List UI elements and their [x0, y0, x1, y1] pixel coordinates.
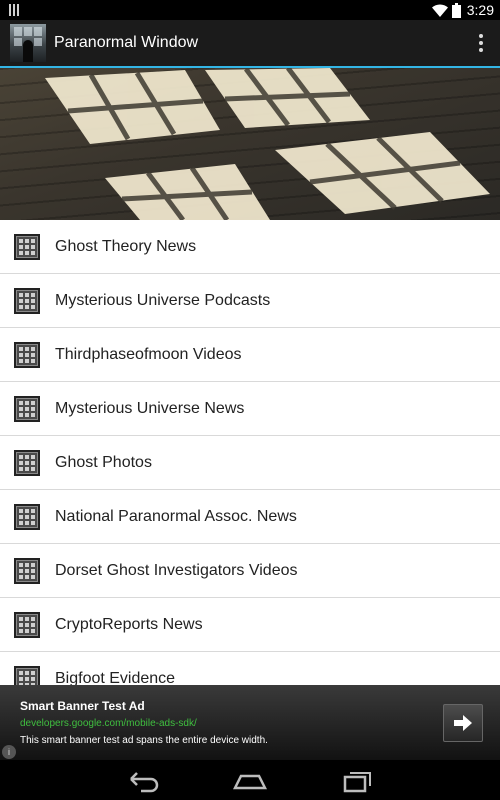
grid-window-icon: [14, 611, 40, 638]
status-icons: 3:29: [431, 0, 494, 20]
notification-icon: [9, 4, 19, 16]
list-item-label: Bigfoot Evidence: [55, 669, 176, 686]
grid-window-icon: [14, 665, 40, 685]
list-item-label: Dorset Ghost Investigators Videos: [55, 561, 298, 579]
list-item[interactable]: Dorset Ghost Investigators Videos: [0, 544, 500, 598]
grid-window-icon: [14, 287, 40, 314]
wifi-icon: [431, 3, 448, 17]
list-item[interactable]: National Paranormal Assoc. News: [0, 490, 500, 544]
back-icon[interactable]: [121, 766, 165, 794]
list-item-label: National Paranormal Assoc. News: [55, 507, 297, 525]
silhouette-icon: [23, 40, 33, 62]
feed-list: Ghost Theory News Mysterious Universe Po…: [0, 220, 500, 685]
ad-description: This smart banner test ad spans the enti…: [20, 735, 268, 746]
list-item-label: Ghost Photos: [55, 453, 152, 471]
list-item[interactable]: Thirdphaseofmoon Videos: [0, 328, 500, 382]
app-icon[interactable]: [10, 24, 46, 62]
list-item[interactable]: Ghost Photos: [0, 436, 500, 490]
recent-apps-icon[interactable]: [336, 766, 380, 794]
grid-window-icon: [14, 341, 40, 368]
status-bar: 3:29: [0, 0, 500, 20]
battery-icon: [451, 2, 461, 18]
grid-window-icon: [14, 557, 40, 584]
ad-action-button[interactable]: [443, 704, 483, 742]
home-icon[interactable]: [228, 766, 272, 794]
app-title: Paranormal Window: [54, 34, 199, 51]
list-item[interactable]: Bigfoot Evidence: [0, 652, 500, 685]
clock: 3:29: [466, 2, 494, 18]
ad-title: Smart Banner Test Ad: [20, 699, 145, 713]
grid-window-icon: [14, 449, 40, 476]
list-item-label: Mysterious Universe News: [55, 399, 245, 417]
overflow-menu-icon[interactable]: [478, 32, 484, 54]
ad-info-icon[interactable]: i: [2, 745, 16, 759]
arrow-right-icon: [454, 715, 472, 731]
list-item[interactable]: Mysterious Universe Podcasts: [0, 274, 500, 328]
grid-window-icon: [14, 395, 40, 422]
ad-url[interactable]: developers.google.com/mobile-ads-sdk/: [20, 718, 197, 729]
list-item[interactable]: CryptoReports News: [0, 598, 500, 652]
list-item[interactable]: Mysterious Universe News: [0, 382, 500, 436]
list-item[interactable]: Ghost Theory News: [0, 220, 500, 274]
ad-banner[interactable]: Smart Banner Test Ad developers.google.c…: [0, 685, 500, 760]
navigation-bar: [0, 760, 500, 800]
list-item-label: Thirdphaseofmoon Videos: [55, 345, 242, 363]
grid-window-icon: [14, 503, 40, 530]
list-item-label: CryptoReports News: [55, 615, 203, 633]
list-item-label: Ghost Theory News: [55, 237, 197, 255]
list-item-label: Mysterious Universe Podcasts: [55, 291, 271, 309]
grid-window-icon: [14, 233, 40, 260]
action-bar: Paranormal Window: [0, 20, 500, 68]
header-image: [0, 68, 500, 220]
